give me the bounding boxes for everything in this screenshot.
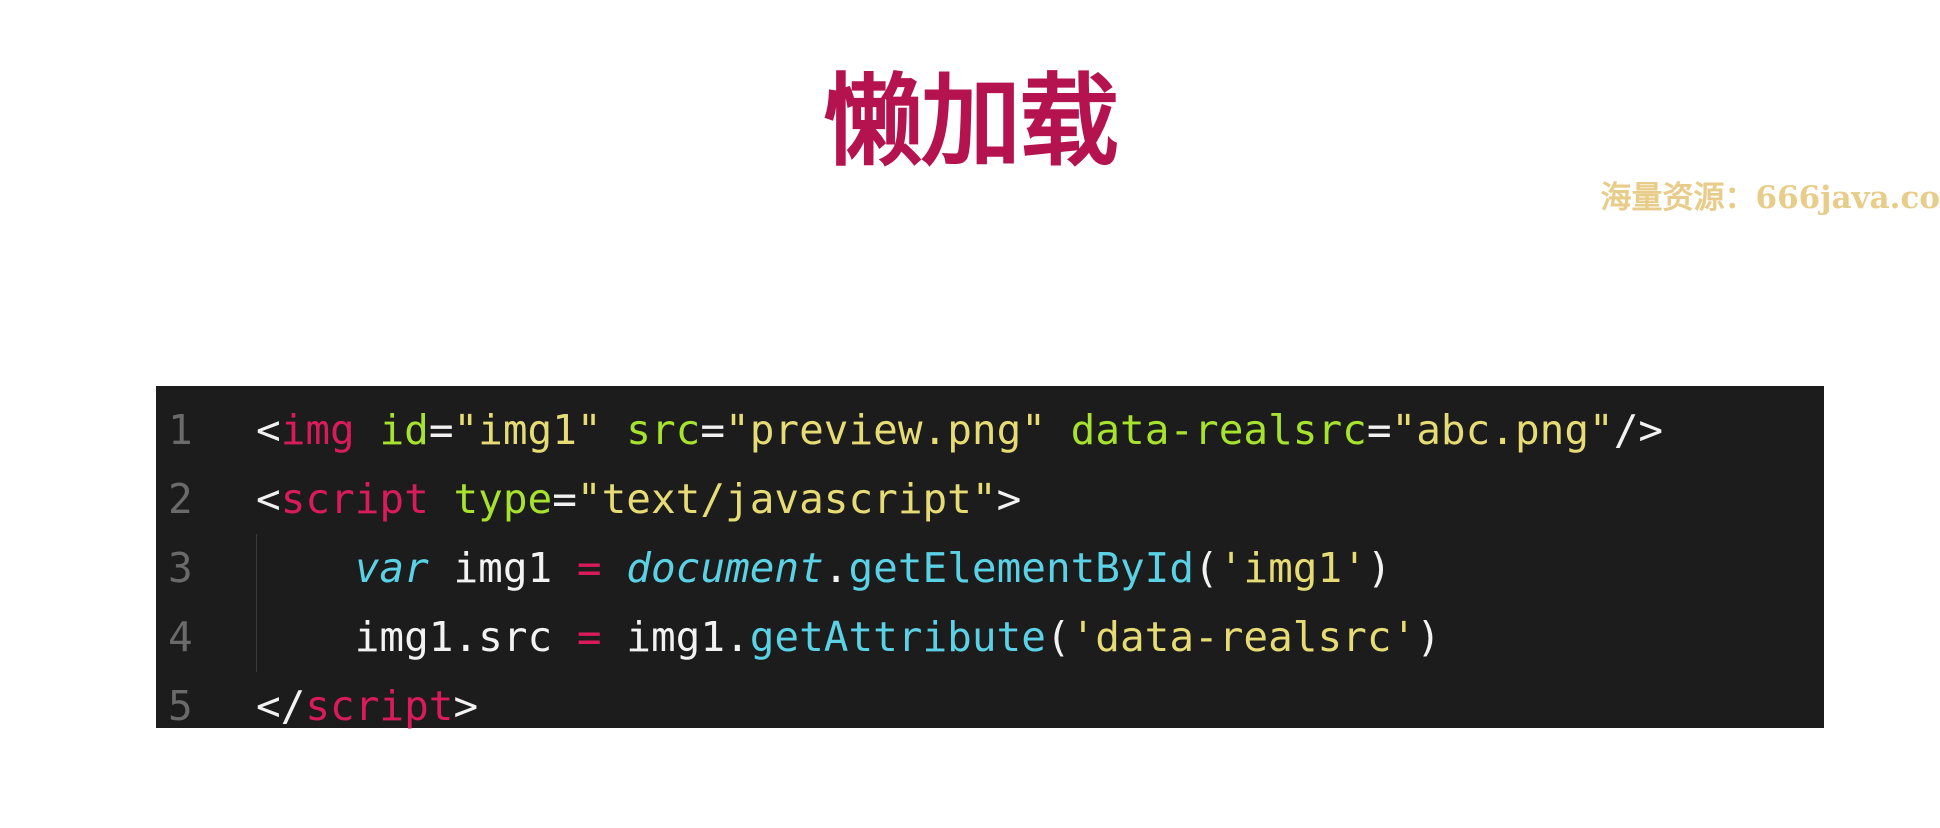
code-token: = (428, 406, 454, 454)
code-token: img1 (428, 544, 577, 592)
code-text: </script> (256, 672, 478, 741)
watermark: 海量资源：666java.co (1600, 180, 1940, 216)
code-token: 'data-realsrc' (1070, 613, 1417, 661)
code-token: script (280, 475, 429, 523)
code-line: 1 <img id="img1" src="preview.png" data-r… (156, 396, 1824, 465)
code-token: = (700, 406, 726, 454)
code-text: img1.src = img1.getAttribute('data-reals… (256, 603, 1441, 672)
code-token: = (1366, 406, 1392, 454)
code-token: var (354, 544, 429, 592)
code-token: < (256, 475, 281, 523)
slide-title: 懒加载 (823, 63, 1119, 180)
code-token: = (576, 613, 602, 661)
code-token: ( (1045, 613, 1071, 661)
code-text: <script type="text/javascript"> (256, 465, 1021, 534)
code-line: 4 img1.src = img1.getAttribute('data-rea… (156, 603, 1824, 672)
code-token: </ (256, 682, 306, 730)
code-token: ( (1194, 544, 1219, 592)
code-token: img1.src (256, 613, 577, 661)
code-text: <img id="img1" src="preview.png" data-re… (256, 396, 1663, 465)
code-token: "abc.png" (1391, 406, 1614, 454)
code-block: 1 <img id="img1" src="preview.png" data-r… (156, 386, 1824, 730)
code-token: = (552, 475, 577, 523)
line-number: 5 (168, 682, 193, 730)
code-token: img (280, 406, 355, 454)
code-token: document (626, 544, 824, 592)
code-token: /> (1613, 406, 1664, 454)
code-token: 'img1' (1218, 544, 1367, 592)
line-number: 4 (168, 613, 193, 661)
code-token: ) (1416, 613, 1441, 661)
code-text: var img1 = document.getElementById('img1… (256, 534, 1392, 603)
code-token: > (996, 475, 1022, 523)
code-token: = (576, 544, 602, 592)
code-token: type (453, 475, 553, 523)
code-token: > (453, 682, 479, 730)
code-token: "img1" (453, 406, 602, 454)
line-number: 2 (168, 475, 193, 523)
code-token: script (305, 682, 454, 730)
code-line: 3 var img1 = document.getElementById('im… (156, 534, 1824, 603)
line-number: 1 (168, 406, 193, 454)
code-token: getAttribute (749, 613, 1046, 661)
code-token: ) (1366, 544, 1392, 592)
code-token: src (626, 406, 701, 454)
code-token: "preview.png" (725, 406, 1046, 454)
code-token: . (823, 544, 849, 592)
code-line: 2 <script type="text/javascript"> (156, 465, 1824, 534)
code-token: < (256, 406, 281, 454)
code-token: "text/javascript" (576, 475, 997, 523)
line-number: 3 (168, 544, 193, 592)
code-token: img1. (601, 613, 750, 661)
code-token: id (379, 406, 429, 454)
code-line: 5 </script> (156, 672, 1824, 741)
code-token: getElementById (848, 544, 1195, 592)
code-token: data-realsrc (1070, 406, 1367, 454)
